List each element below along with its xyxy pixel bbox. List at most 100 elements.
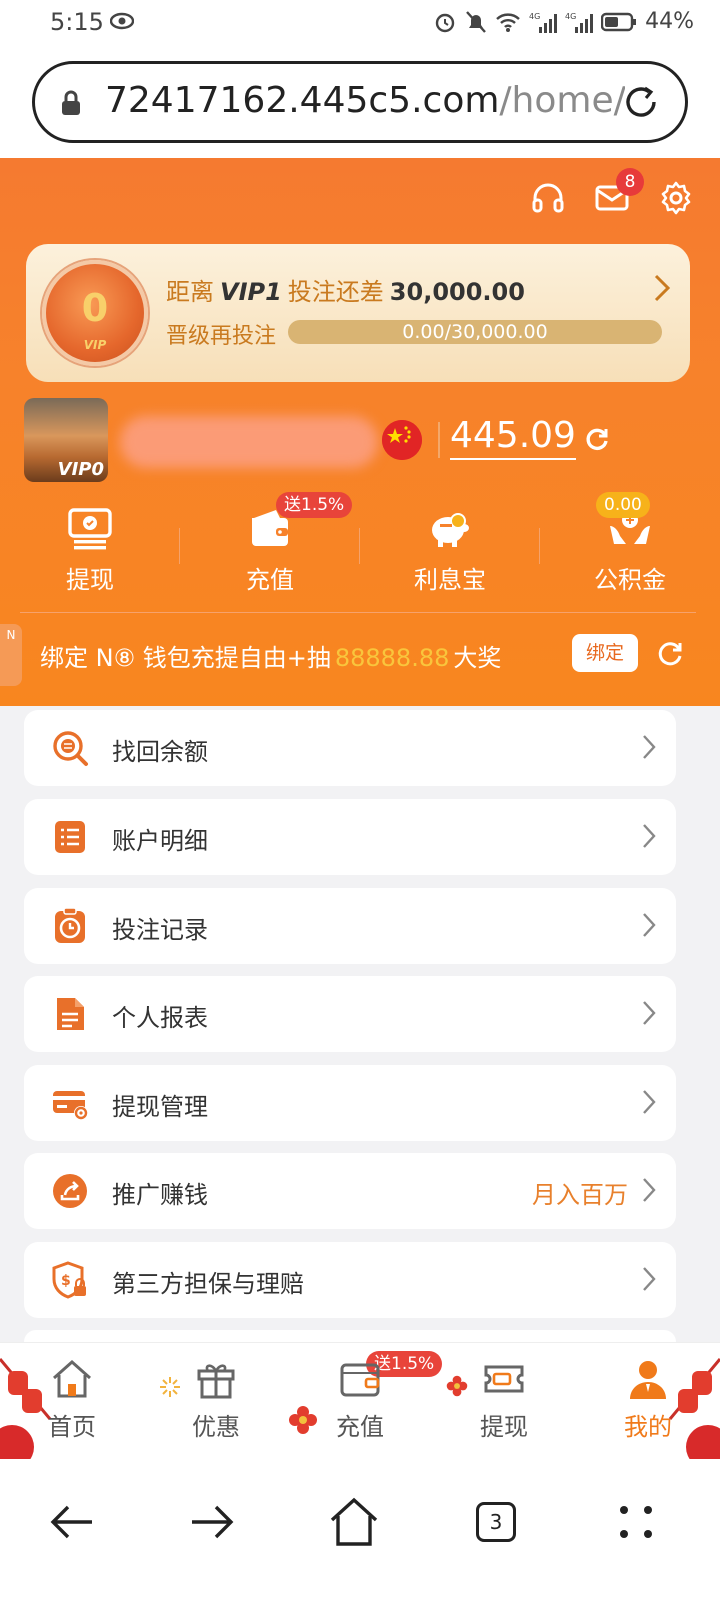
tab-promotions[interactable]: 优惠 bbox=[144, 1343, 288, 1461]
bind-button[interactable]: 绑定 bbox=[572, 634, 638, 672]
tab-home[interactable]: 首页 bbox=[0, 1343, 144, 1461]
tabs-button[interactable]: 3 bbox=[466, 1492, 526, 1552]
battery-percent: 44% bbox=[645, 9, 694, 34]
wallet-promo-banner[interactable]: N 绑定 N⑧ 钱包充提自由+抽 88888.88 大奖 绑定 bbox=[0, 614, 720, 706]
reload-icon[interactable] bbox=[621, 82, 661, 122]
tab-label: 提现 bbox=[480, 1413, 528, 1441]
china-flag-icon[interactable] bbox=[382, 420, 422, 460]
svg-text:$: $ bbox=[61, 1273, 71, 1289]
ticket-icon bbox=[484, 1365, 524, 1393]
tab-count: 3 bbox=[476, 1502, 516, 1542]
chevron-right-icon bbox=[643, 1178, 656, 1202]
menu-label: 投注记录 bbox=[112, 916, 208, 944]
firework-icon bbox=[160, 1377, 180, 1397]
back-arrow-icon[interactable] bbox=[42, 1492, 102, 1552]
menu-item-withdraw-management[interactable]: 提现管理 bbox=[24, 1065, 676, 1141]
menu-label: 账户明细 bbox=[112, 827, 208, 855]
status-icons: 4G 4G 44% bbox=[433, 9, 694, 34]
promo-side-tab[interactable]: N bbox=[0, 624, 22, 686]
promo-side-text: N bbox=[6, 628, 16, 642]
tab-withdraw[interactable]: 提现 bbox=[432, 1343, 576, 1461]
refresh-icon[interactable] bbox=[656, 640, 684, 668]
vip-medal: 0 VIP bbox=[42, 260, 148, 366]
lock-icon bbox=[62, 90, 80, 115]
promo-prefix: 绑定 N⑧ 钱包充提自由+抽 bbox=[40, 644, 331, 672]
deposit-bonus-tag: 送1.5% bbox=[276, 492, 353, 518]
vip-next-level: VIP1 bbox=[220, 278, 282, 306]
home-icon[interactable] bbox=[324, 1492, 384, 1552]
more-options-icon[interactable] bbox=[606, 1492, 666, 1552]
menu-label: 找回余额 bbox=[112, 738, 208, 766]
clock-record-icon bbox=[55, 907, 85, 943]
promo-amount: 88888.88 bbox=[334, 644, 450, 672]
report-doc-icon bbox=[57, 998, 84, 1030]
status-bar: 5:15 4G 4G 44% bbox=[0, 0, 720, 46]
address-bar[interactable]: 72417162.445c5.com/home/r bbox=[32, 61, 688, 143]
svg-text:4G: 4G bbox=[565, 12, 576, 21]
vip-amount-needed: 30,000.00 bbox=[389, 278, 525, 306]
tab-label: 优惠 bbox=[192, 1413, 240, 1441]
quick-actions: 提现 送1.5% 充值 利息宝 0.00 公积金 bbox=[0, 492, 720, 604]
menu-item-recover-balance[interactable]: 找回余额 bbox=[24, 710, 676, 786]
vip-progress-card[interactable]: 0 VIP 距离 VIP1 投注还差 30,000.00 晋级再投注 0.00/30,… bbox=[26, 244, 690, 382]
menu-item-partial bbox=[24, 1330, 676, 1342]
action-fund[interactable]: 0.00 公积金 bbox=[540, 492, 720, 604]
tab-deposit[interactable]: 送1.5% 充值 bbox=[288, 1343, 443, 1461]
person-icon bbox=[630, 1361, 666, 1399]
menu-item-referral[interactable]: 推广赚钱 月入百万 bbox=[24, 1153, 676, 1229]
menu-item-third-party-guarantee[interactable]: $ 第三方担保与理赔 bbox=[24, 1242, 676, 1318]
share-icon bbox=[53, 1174, 87, 1208]
signal-icon-2: 4G bbox=[565, 12, 594, 33]
forward-arrow-icon[interactable] bbox=[182, 1492, 242, 1552]
chevron-right-icon bbox=[654, 274, 670, 302]
fund-amount-tag: 0.00 bbox=[596, 492, 650, 518]
status-time: 5:15 bbox=[50, 8, 104, 36]
account-header: 8 0 VIP 距离 VIP1 投注还差 30,000.00 晋级再投注 0.00/3… bbox=[0, 158, 720, 706]
balance-amount: 445.09 bbox=[450, 414, 576, 460]
mute-bell-icon bbox=[466, 10, 486, 33]
menu-item-bet-records[interactable]: 投注记录 bbox=[24, 888, 676, 964]
menu-label: 第三方担保与理赔 bbox=[112, 1270, 304, 1298]
action-label: 利息宝 bbox=[414, 566, 486, 594]
action-label: 充值 bbox=[246, 566, 294, 594]
withdraw-icon bbox=[68, 508, 112, 550]
vip-line-middle: 投注还差 bbox=[287, 278, 384, 306]
gear-icon[interactable] bbox=[658, 180, 694, 216]
url-text[interactable]: 72417162.445c5.com/home/r bbox=[105, 80, 625, 121]
chevron-right-icon bbox=[643, 1001, 656, 1025]
action-deposit[interactable]: 送1.5% 充值 bbox=[180, 492, 360, 604]
gift-icon bbox=[197, 1364, 235, 1399]
action-label: 提现 bbox=[66, 566, 114, 594]
header-icons: 8 bbox=[530, 168, 694, 216]
list-doc-icon bbox=[55, 821, 85, 853]
headset-icon[interactable] bbox=[530, 180, 566, 216]
divider bbox=[20, 612, 696, 613]
vip-medal-level: 0 bbox=[81, 286, 109, 330]
vip-medal-text: VIP bbox=[83, 338, 107, 352]
eye-icon bbox=[110, 12, 134, 30]
refresh-balance-icon[interactable] bbox=[584, 426, 610, 452]
shield-dollar-icon: $ bbox=[52, 1261, 86, 1299]
battery-icon bbox=[601, 12, 637, 31]
avatar[interactable]: VIP0 bbox=[24, 398, 108, 482]
piggy-bank-icon bbox=[432, 513, 469, 547]
menu-item-account-details[interactable]: 账户明细 bbox=[24, 799, 676, 875]
vip-line-prefix: 距离 bbox=[166, 278, 214, 306]
chevron-right-icon bbox=[643, 824, 656, 848]
message-badge: 8 bbox=[616, 168, 644, 196]
chevron-right-icon bbox=[643, 1090, 656, 1114]
vip-progress-text: 0.00/30,000.00 bbox=[402, 321, 548, 343]
action-withdraw[interactable]: 提现 bbox=[0, 504, 180, 604]
menu-item-personal-report[interactable]: 个人报表 bbox=[24, 976, 676, 1052]
menu-label: 提现管理 bbox=[112, 1093, 208, 1121]
action-interest[interactable]: 利息宝 bbox=[360, 504, 540, 604]
chevron-right-icon bbox=[643, 735, 656, 759]
message-button[interactable]: 8 bbox=[594, 168, 644, 216]
url-path: /home/r bbox=[499, 80, 625, 121]
browser-navigation-bar: 3 bbox=[0, 1460, 720, 1600]
chevron-right-icon bbox=[643, 1267, 656, 1291]
menu-label: 推广赚钱 bbox=[112, 1181, 208, 1209]
svg-text:4G: 4G bbox=[529, 12, 540, 21]
home-icon bbox=[53, 1359, 91, 1398]
tab-mine[interactable]: 我的 bbox=[576, 1343, 720, 1461]
